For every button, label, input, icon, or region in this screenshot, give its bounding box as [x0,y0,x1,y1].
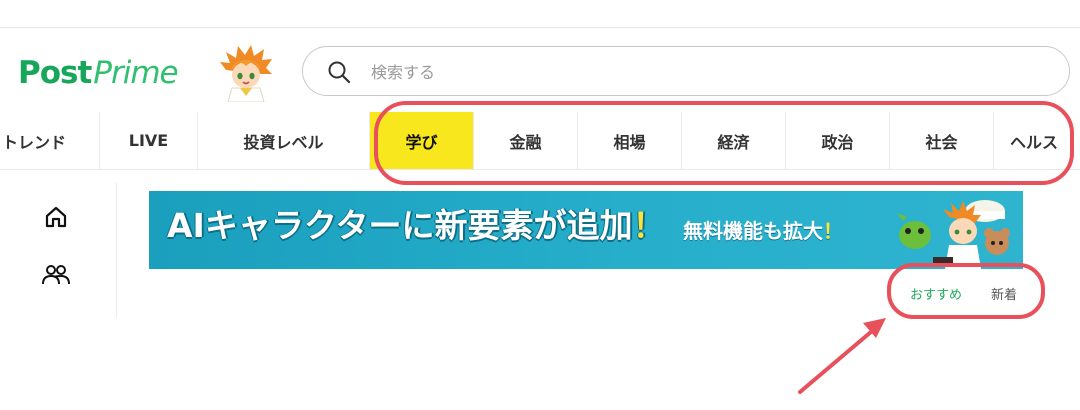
sidebar-divider [116,183,117,318]
tab-recommended[interactable]: おすすめ [910,284,962,303]
tab-learning[interactable]: 学び [370,112,474,169]
search-bar[interactable] [302,46,1070,96]
banner-characters-illustration [897,200,1010,269]
tab-society[interactable]: 社会 [890,112,994,169]
tab-latest[interactable]: 新着 [991,284,1017,303]
postprime-logo[interactable]: Post Prime [18,50,179,96]
banner-subtitle: 無料機能も拡大！ [683,215,843,244]
home-icon[interactable] [44,205,68,229]
search-input[interactable] [369,57,1053,87]
tab-invest-level[interactable]: 投資レベル [198,112,370,169]
tab-live[interactable]: LIVE [100,112,198,169]
users-icon[interactable] [42,264,70,286]
category-nav: トレンド LIVE 投資レベル 学び 金融 相場 経済 政治 社会 ヘルス [0,112,1080,170]
promo-banner[interactable]: AIキャラクターに新要素が追加！ 無料機能も拡大！ [149,191,1023,269]
tab-economy[interactable]: 経済 [682,112,786,169]
tab-finance[interactable]: 金融 [474,112,578,169]
search-icon[interactable] [327,60,351,84]
tab-health[interactable]: ヘルス [994,112,1080,169]
tab-politics[interactable]: 政治 [786,112,890,169]
logo-prime-text: Prime [93,55,178,91]
banner-title-mark: ！ [632,206,666,245]
mascot-avatar-icon [220,45,272,102]
tab-trend[interactable]: トレンド [0,112,100,169]
banner-subtitle-text: 無料機能も拡大 [683,219,823,243]
tab-market[interactable]: 相場 [578,112,682,169]
banner-title-text: AIキャラクターに新要素が追加 [167,206,633,245]
banner-title: AIキャラクターに新要素が追加！ [167,199,666,247]
banner-subtitle-mark: ！ [823,219,843,243]
annotation-arrowhead [863,318,886,338]
top-divider [0,27,1080,28]
logo-post-text: Post [18,55,92,91]
annotation-arrow-line [798,324,880,394]
